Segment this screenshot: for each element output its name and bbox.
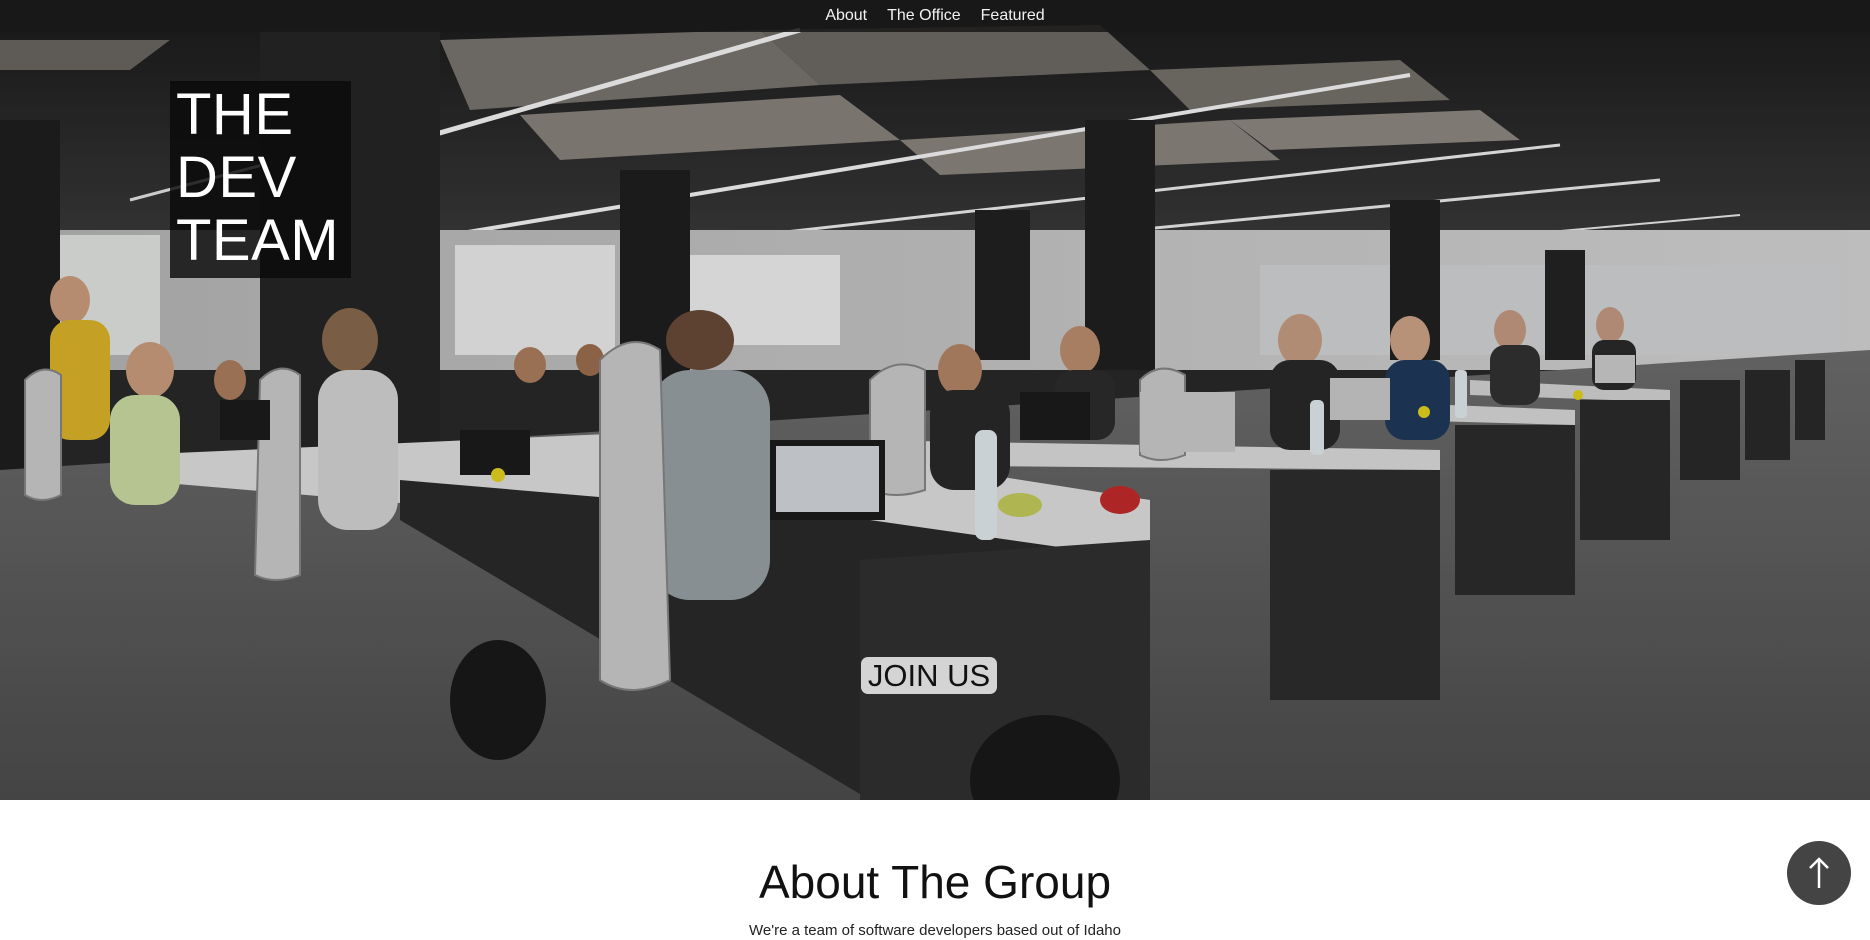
nav-item-about[interactable]: About <box>825 0 867 32</box>
brand-line-3: TEAM <box>176 208 340 273</box>
brand-line-1: THE <box>176 82 294 147</box>
about-heading: About The Group <box>758 856 1112 908</box>
about-description: We're a team of software developers base… <box>749 922 1121 939</box>
scroll-to-top-button[interactable] <box>1787 841 1851 905</box>
top-nav: About The Office Featured <box>0 0 1870 32</box>
nav-item-the-office[interactable]: The Office <box>887 0 961 32</box>
arrow-up-icon <box>1809 857 1829 888</box>
brand-line-2: DEV <box>176 145 297 210</box>
brand-title: THE DEV TEAM <box>170 81 351 278</box>
join-us-button[interactable]: JOIN US <box>861 657 997 694</box>
nav-item-featured[interactable]: Featured <box>981 0 1045 32</box>
hero-section: THE DEV TEAM JOIN US <box>0 0 1870 800</box>
